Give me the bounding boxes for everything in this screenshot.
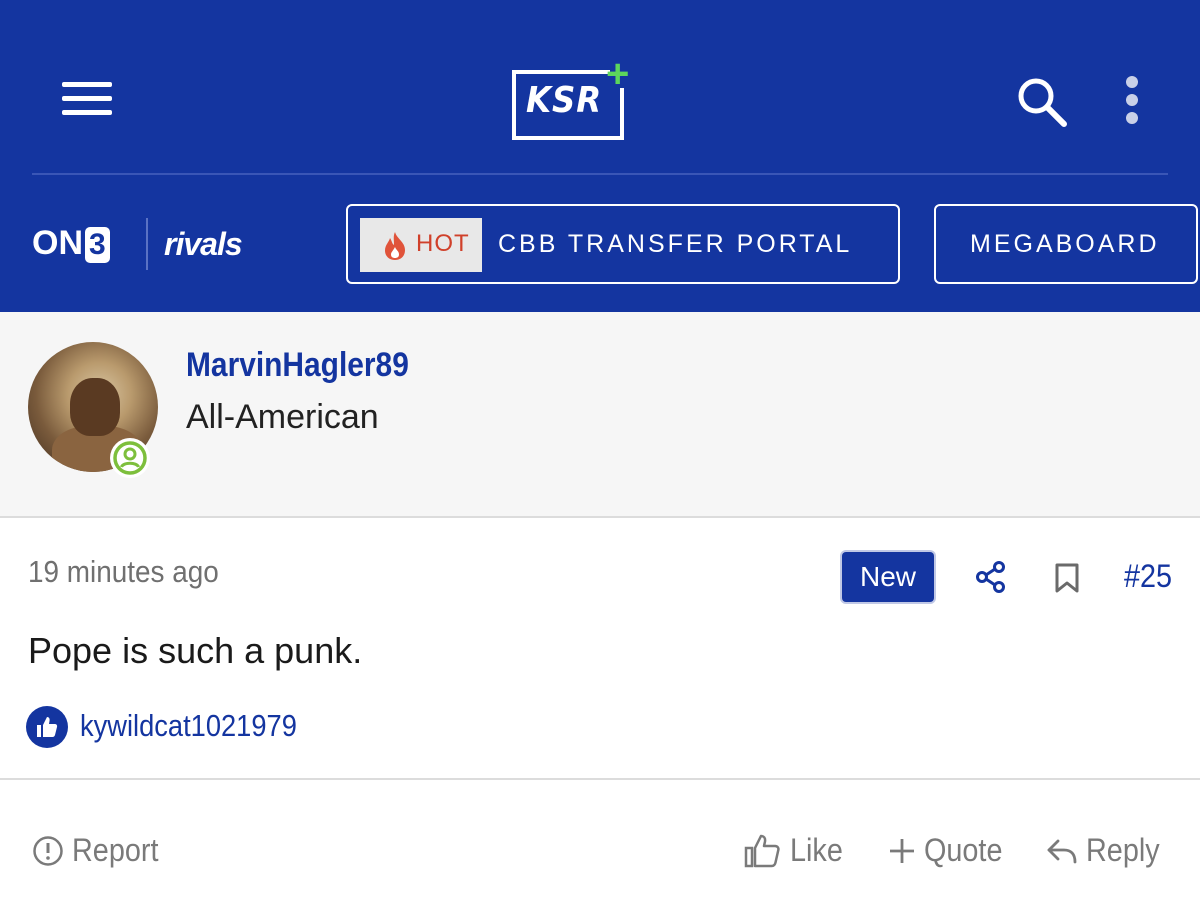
thumbs-up-icon [744, 834, 780, 867]
rivals-logo[interactable]: rivals [164, 226, 243, 263]
like-button[interactable]: Like [744, 830, 849, 870]
menu-icon[interactable] [62, 82, 112, 116]
nav-label: CBB TRANSFER PORTAL [498, 230, 853, 258]
online-status-icon [110, 438, 150, 478]
username[interactable]: MarvinHagler89 [186, 346, 409, 385]
hot-badge: HOT [360, 218, 482, 272]
report-button[interactable]: Report [32, 830, 168, 870]
new-badge: New [842, 552, 934, 602]
liker-username[interactable]: kywildcat1021979 [80, 708, 297, 744]
quote-button[interactable]: Quote [888, 830, 1011, 870]
post-timestamp[interactable]: 19 minutes ago [28, 554, 219, 590]
nav-label: MEGABOARD [970, 230, 1160, 258]
nav-cbb-transfer-portal[interactable]: HOT CBB TRANSFER PORTAL [346, 204, 900, 284]
alert-circle-icon [33, 835, 63, 866]
post: 19 minutes ago New #25 Pope is such a pu… [0, 520, 1200, 780]
plus-icon [890, 838, 914, 863]
logo-plus: + [606, 52, 630, 96]
flame-icon [385, 232, 405, 260]
header-divider [32, 173, 1168, 175]
user-title: All-American [186, 398, 379, 436]
bookmark-icon[interactable] [1054, 562, 1080, 594]
more-vertical-icon[interactable] [1120, 76, 1144, 126]
top-bar: KSR + [0, 0, 1200, 172]
brand-row: ON 3 rivals HOT CBB TRANSFER PORTAL MEGAB… [0, 176, 1200, 312]
reply-label: Reply [1086, 832, 1160, 869]
post-body: Pope is such a punk. [28, 630, 363, 671]
search-icon[interactable] [1014, 74, 1070, 130]
post-author: MarvinHagler89 All-American [0, 312, 1200, 518]
share-icon[interactable] [974, 560, 1008, 594]
reply-icon [1047, 839, 1077, 863]
quote-label: Quote [924, 832, 1003, 869]
hot-label: HOT [416, 230, 470, 257]
thumbs-up-icon [26, 706, 68, 748]
nav-megaboard[interactable]: MEGABOARD [934, 204, 1198, 284]
post-number[interactable]: #25 [1124, 558, 1172, 595]
ksr-plus-logo[interactable]: KSR + [510, 52, 640, 144]
on3-logo[interactable]: ON 3 [32, 224, 110, 263]
reply-button[interactable]: Reply [1046, 830, 1168, 870]
report-label: Report [72, 832, 159, 869]
like-label: Like [790, 832, 843, 869]
site-header: KSR + ON 3 rivals HOT CBB TRANSFER PORTA… [0, 0, 1200, 312]
brand-separator [146, 218, 148, 270]
post-actions: Report Like Quote Reply [0, 782, 1200, 900]
logo-text: KSR [526, 80, 603, 121]
